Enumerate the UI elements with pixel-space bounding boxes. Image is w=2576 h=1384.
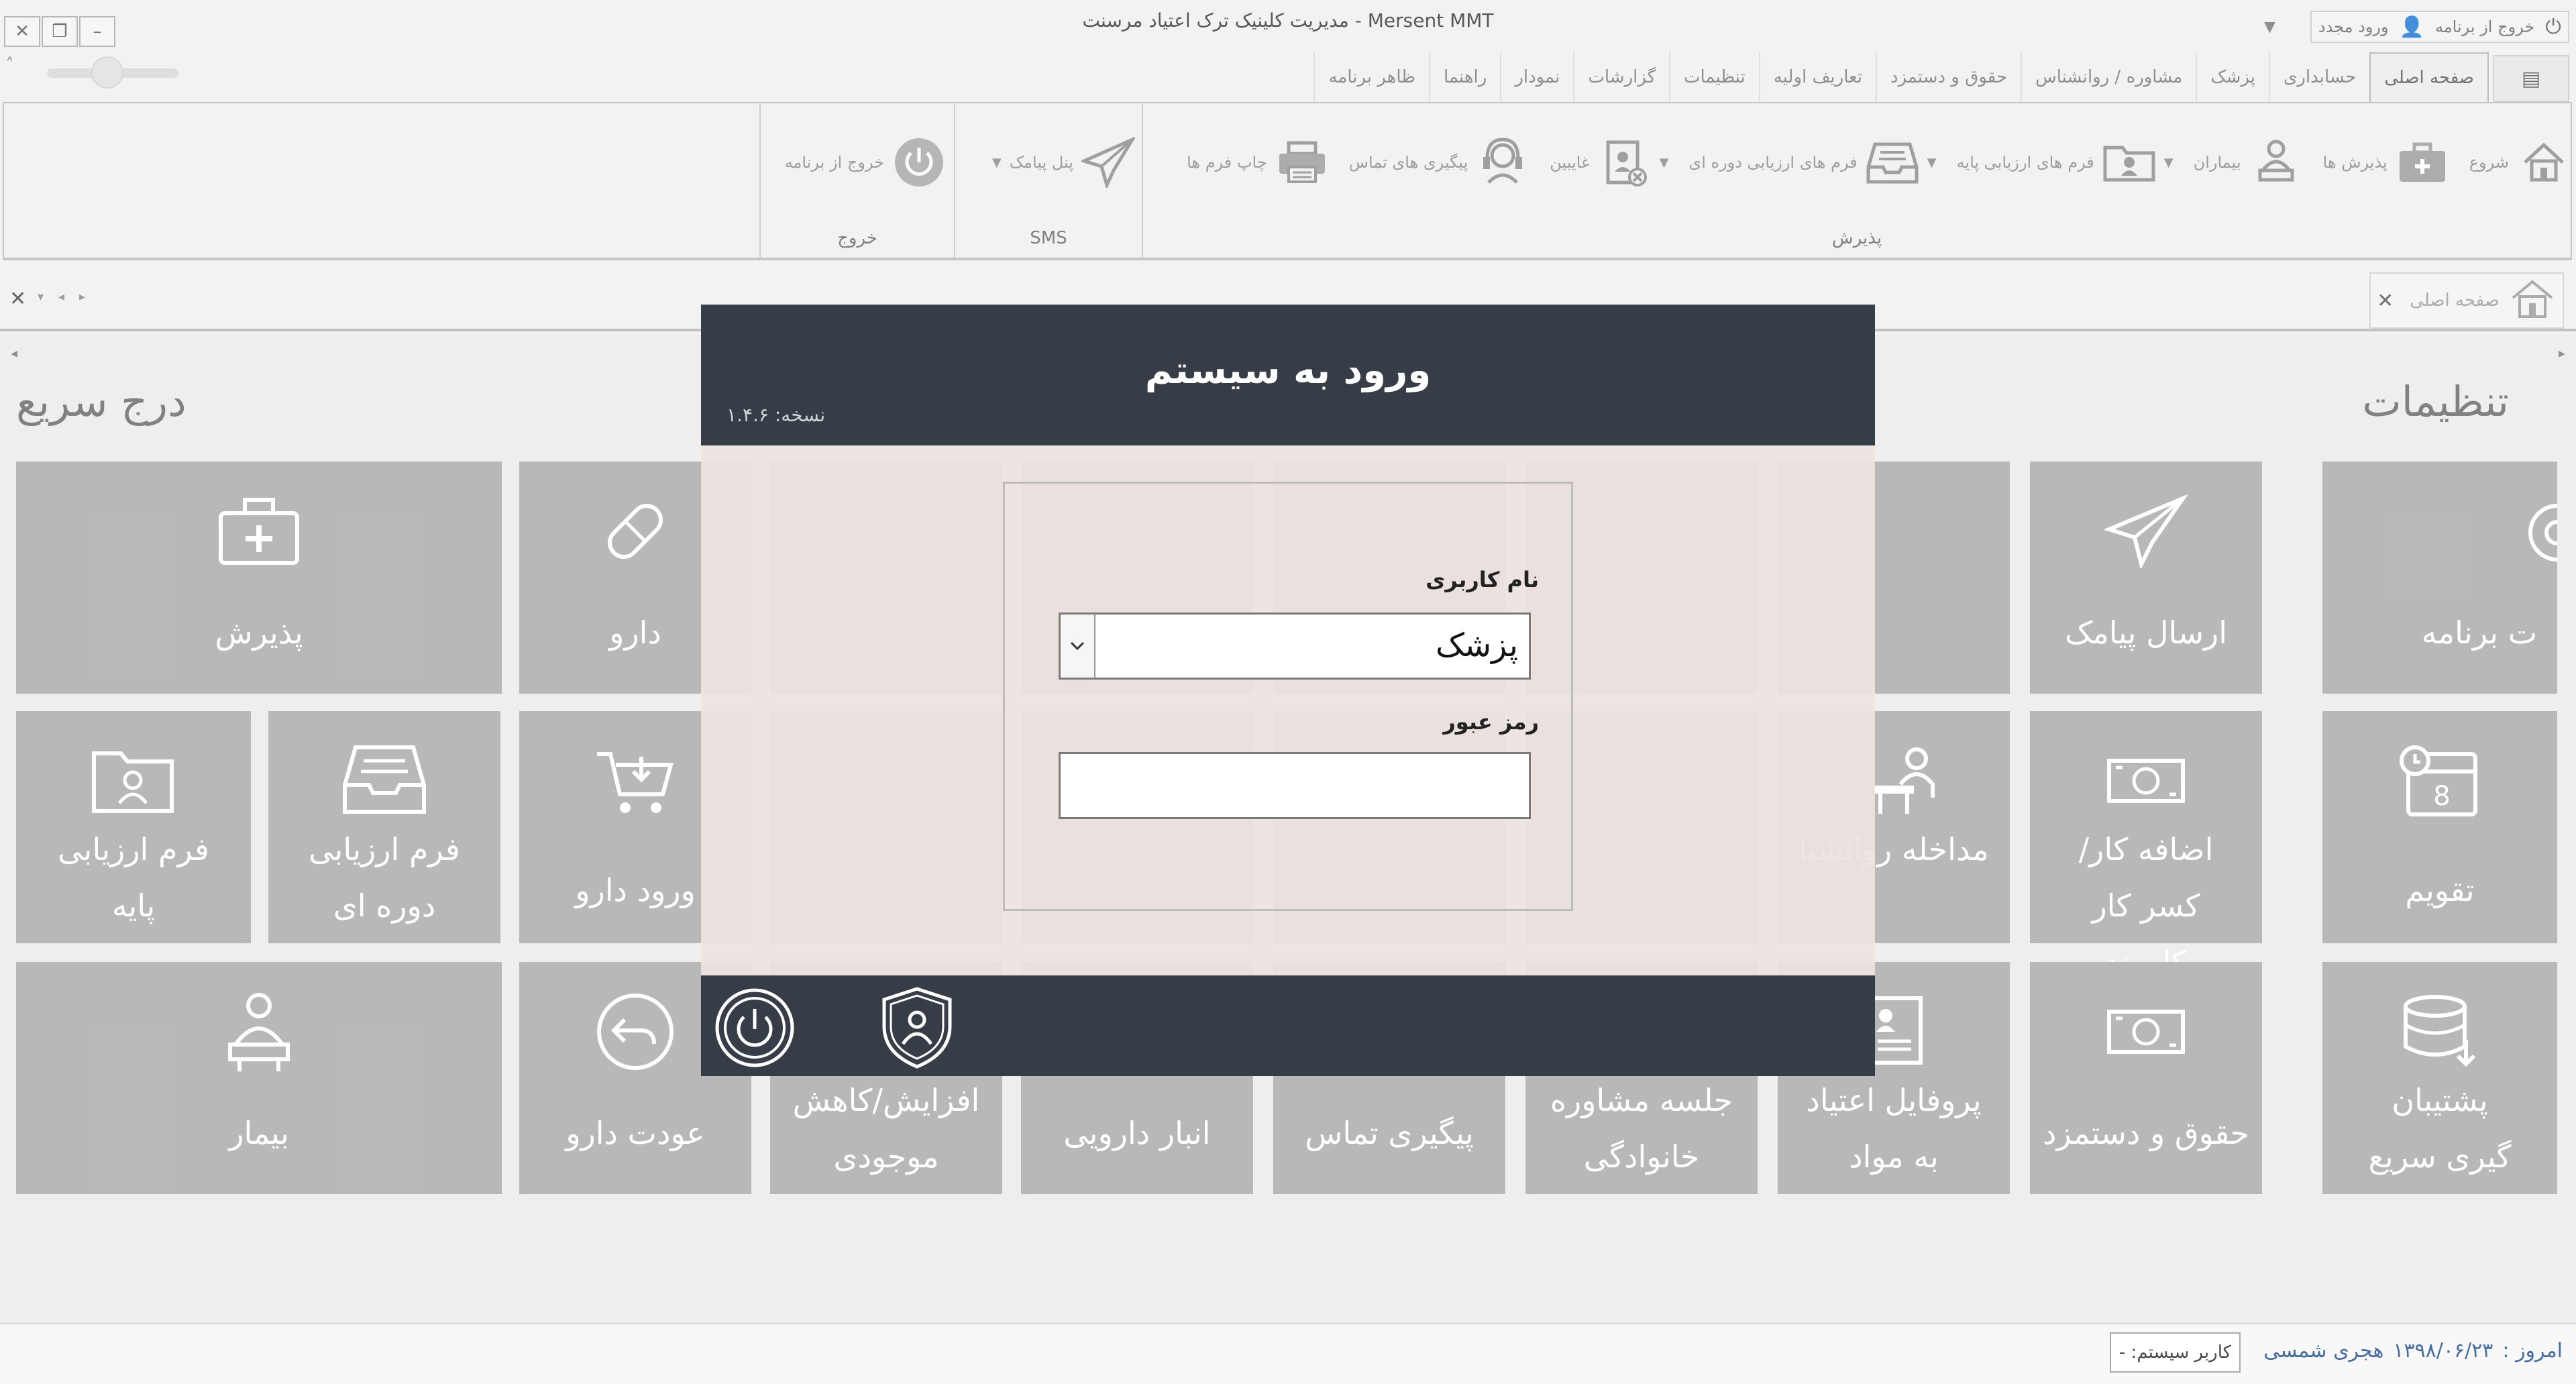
login-button[interactable] [877,986,957,1072]
username-select-value: پزشک [1435,627,1518,664]
login-form-box: نام کاربری پزشک رمز عبور [1003,482,1573,911]
login-dialog-footer [701,975,1875,1076]
login-dialog: ورود به سیستم نسخه: ۱.۴.۶ نام کاربری پزش… [701,305,1875,1076]
chevron-down-icon[interactable] [1061,615,1095,678]
login-dialog-header: ورود به سیستم نسخه: ۱.۴.۶ [701,305,1875,445]
username-select[interactable]: پزشک [1059,613,1531,680]
shield-user-icon [880,986,954,1072]
login-dialog-body: نام کاربری پزشک رمز عبور [701,445,1875,975]
power-icon [714,988,795,1071]
login-dialog-title: ورود به سیستم [1144,349,1432,392]
password-field[interactable] [1059,752,1531,819]
login-dialog-version: نسخه: ۱.۴.۶ [727,404,826,426]
exit-button[interactable] [714,988,795,1071]
username-label: نام کاربری [1426,567,1539,592]
password-label: رمز عبور [1443,709,1539,735]
